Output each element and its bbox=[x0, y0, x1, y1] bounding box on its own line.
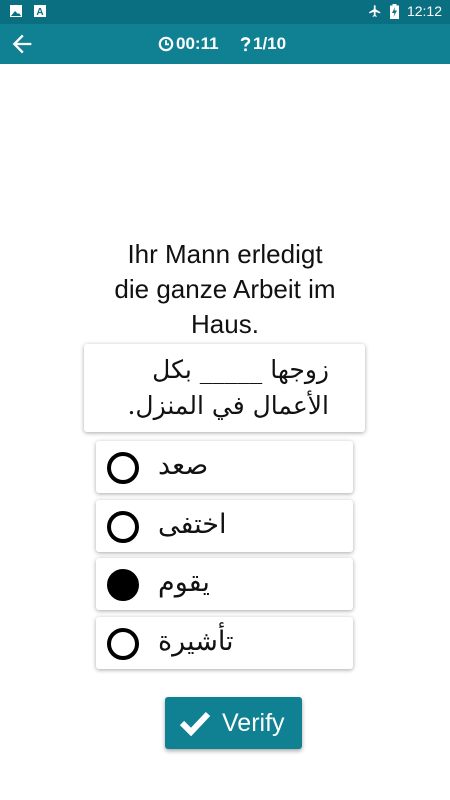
verify-button[interactable]: Verify bbox=[165, 697, 302, 749]
counter-value: 1/10 bbox=[253, 34, 287, 53]
question-text: Ihr Mann erledigt die ganze Arbeit im Ha… bbox=[70, 237, 380, 342]
app-bar: 00:11 1/10 bbox=[0, 24, 450, 64]
question-line: Ihr Mann erledigt bbox=[127, 239, 323, 269]
answer-option-2[interactable]: اختفى bbox=[96, 500, 353, 552]
timer-value: 00:11 bbox=[176, 34, 219, 53]
option-label: اختفى bbox=[158, 509, 227, 540]
answer-option-1[interactable]: صعد bbox=[96, 441, 353, 493]
status-bar: A 12:12 bbox=[0, 0, 450, 24]
verify-label: Verify bbox=[222, 709, 285, 737]
status-time: 12:12 bbox=[406, 3, 442, 19]
answer-option-4[interactable]: تأشيرة bbox=[96, 617, 353, 669]
prompt-card: زوجها _____ بكل الأعمال في المنزل. bbox=[84, 344, 365, 432]
option-label: صعد bbox=[158, 450, 209, 481]
prompt-line: الأعمال في المنزل. bbox=[127, 391, 329, 420]
arrow-back-icon[interactable] bbox=[8, 30, 36, 58]
prompt-text: زوجها _____ بكل الأعمال في المنزل. bbox=[99, 352, 329, 424]
option-label: تأشيرة bbox=[158, 626, 234, 657]
radio-button-icon[interactable] bbox=[107, 628, 139, 660]
svg-text:A: A bbox=[36, 7, 43, 17]
question-line: die ganze Arbeit im bbox=[114, 274, 336, 304]
radio-button-selected-icon[interactable] bbox=[107, 569, 139, 601]
image-icon bbox=[10, 5, 22, 17]
checkmark-icon bbox=[179, 711, 211, 736]
question-mark-icon bbox=[240, 37, 251, 52]
prompt-line: زوجها _____ بكل bbox=[152, 355, 329, 384]
airplane-icon bbox=[369, 5, 381, 17]
radio-button-icon[interactable] bbox=[107, 511, 139, 543]
option-label: يقوم bbox=[158, 567, 210, 598]
question-line: Haus. bbox=[191, 309, 259, 339]
answer-option-3[interactable]: يقوم bbox=[96, 558, 353, 610]
clock-icon bbox=[158, 36, 174, 52]
radio-button-icon[interactable] bbox=[107, 452, 139, 484]
question-counter: 1/10 bbox=[240, 34, 286, 54]
a-icon: A bbox=[34, 5, 46, 17]
timer: 00:11 bbox=[158, 34, 219, 54]
battery-charging-icon bbox=[390, 4, 399, 19]
